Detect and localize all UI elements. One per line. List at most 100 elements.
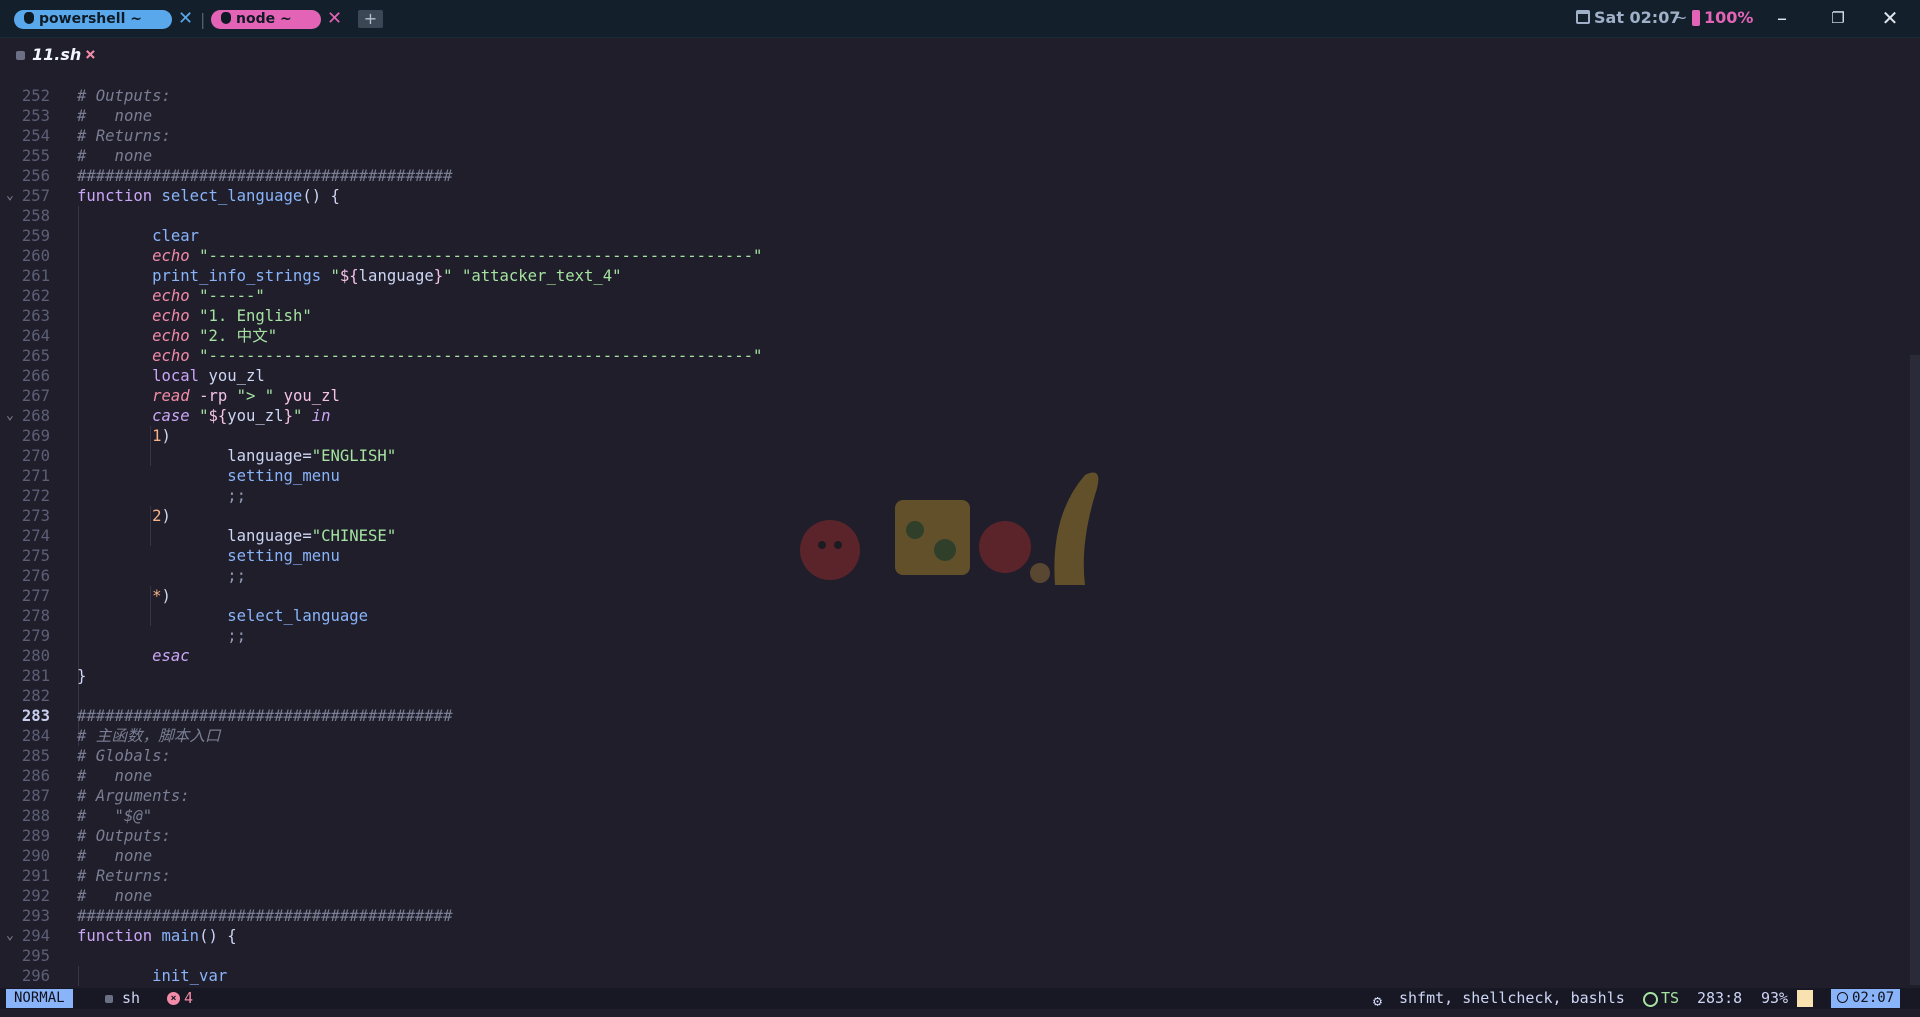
code-line[interactable]: 287 # Arguments: bbox=[0, 786, 1910, 806]
code-token: "-----" bbox=[199, 287, 265, 305]
code-token: ) bbox=[161, 427, 171, 445]
line-number: 276 bbox=[21, 567, 50, 585]
code-line[interactable]: 258 bbox=[0, 206, 1910, 226]
code-line[interactable]: 268 ⌄ case "${you_zl}" in bbox=[0, 406, 1910, 426]
code-token: setting_menu bbox=[227, 467, 340, 485]
code-line[interactable]: 256 #####################################… bbox=[0, 166, 1910, 186]
code-token: () { bbox=[199, 927, 237, 945]
code-line[interactable]: 292 # none bbox=[0, 886, 1910, 906]
clock-icon bbox=[1837, 992, 1848, 1003]
code-line[interactable]: 264 echo "2. 中文" bbox=[0, 326, 1910, 346]
code-line[interactable]: 284 # 主函数，脚本入口 bbox=[0, 726, 1910, 746]
code-line[interactable]: 262 echo "-----" bbox=[0, 286, 1910, 306]
code-line[interactable]: 260 echo "------------------------------… bbox=[0, 246, 1910, 266]
code-line[interactable]: 265 echo "------------------------------… bbox=[0, 346, 1910, 366]
code-line[interactable]: 282 bbox=[0, 686, 1910, 706]
code-line[interactable]: 286 # none bbox=[0, 766, 1910, 786]
fold-chevron-icon[interactable]: ⌄ bbox=[6, 186, 14, 206]
code-token: } bbox=[433, 267, 444, 285]
code-token: echo bbox=[152, 347, 190, 365]
line-number: 262 bbox=[21, 287, 50, 305]
fold-chevron-icon[interactable]: ⌄ bbox=[6, 406, 14, 426]
code-text: ######################################## bbox=[77, 906, 453, 926]
code-token: # Arguments: bbox=[77, 787, 190, 805]
code-line[interactable]: 281} bbox=[0, 666, 1910, 686]
code-token: # none bbox=[77, 887, 153, 905]
code-line[interactable]: 278 select_language bbox=[0, 606, 1910, 626]
code-text: ######################################## bbox=[77, 166, 453, 186]
code-text: # Outputs: bbox=[77, 86, 171, 106]
code-token: ${ bbox=[208, 407, 228, 425]
code-text: # none bbox=[77, 886, 152, 906]
line-number: 269 bbox=[21, 427, 50, 445]
code-line[interactable]: 267 read -rp "> " you_zl bbox=[0, 386, 1910, 406]
code-line[interactable]: 259 clear bbox=[0, 226, 1910, 246]
line-number: 286 bbox=[21, 767, 50, 785]
code-token: "CHINESE" bbox=[311, 527, 397, 545]
code-token: # Returns: bbox=[77, 867, 171, 885]
top-tilde: ~ bbox=[1674, 8, 1688, 27]
code-line[interactable]: 254 # Returns: bbox=[0, 126, 1910, 146]
minimize-button[interactable]: – bbox=[1762, 4, 1802, 32]
line-number: 278 bbox=[21, 607, 50, 625]
code-line[interactable]: 252 # Outputs: bbox=[0, 86, 1910, 106]
code-line[interactable]: 255 # none bbox=[0, 146, 1910, 166]
code-line[interactable]: 293 #####################################… bbox=[0, 906, 1910, 926]
line-number: 255 bbox=[21, 147, 50, 165]
code-line[interactable]: 269 1) bbox=[0, 426, 1910, 446]
new-tab-button[interactable]: + bbox=[358, 10, 383, 28]
code-text: echo "-----" bbox=[77, 286, 265, 306]
code-line[interactable]: 290 # none bbox=[0, 846, 1910, 866]
buffer-close-icon[interactable]: × bbox=[85, 44, 96, 65]
code-line[interactable]: 285 # Globals: bbox=[0, 746, 1910, 766]
code-line[interactable]: 294 ⌄ function main() { bbox=[0, 926, 1910, 946]
code-text: ######################################## bbox=[77, 706, 453, 726]
tab-powershell[interactable]: powershell ~ bbox=[14, 10, 172, 29]
code-token: "> " bbox=[236, 387, 275, 405]
code-text: echo "2. 中文" bbox=[77, 326, 277, 346]
code-text: } bbox=[77, 666, 86, 686]
code-line[interactable]: 289 # Outputs: bbox=[0, 826, 1910, 846]
buffer-tab-name[interactable]: 11.sh bbox=[32, 45, 81, 64]
code-line[interactable]: 280 esac bbox=[0, 646, 1910, 666]
title-bar: powershell ~ ✕ | node ~ ✕ + Sat 02:07 ~ … bbox=[0, 0, 1920, 38]
fold-chevron-icon[interactable]: ⌄ bbox=[6, 926, 14, 946]
code-line[interactable]: 253 # none bbox=[0, 106, 1910, 126]
code-line[interactable]: 291 # Returns: bbox=[0, 866, 1910, 886]
battery-icon bbox=[1692, 10, 1700, 26]
code-token: ) bbox=[161, 587, 171, 605]
code-line[interactable]: 288 # "$@" bbox=[0, 806, 1910, 826]
code-token: you_zl bbox=[283, 387, 340, 405]
code-line[interactable]: 296 init_var bbox=[0, 966, 1910, 986]
scrollbar[interactable] bbox=[1910, 355, 1920, 985]
code-text: language="CHINESE" bbox=[77, 526, 396, 546]
code-token: echo bbox=[152, 287, 190, 305]
code-line[interactable]: 279 ;; bbox=[0, 626, 1910, 646]
lsp-clients: shfmt, shellcheck, bashls bbox=[1399, 989, 1625, 1007]
error-count[interactable]: 4 bbox=[184, 988, 193, 1009]
statusline: NORMAL sh × 4 ⚙ shfmt, shellcheck, bashl… bbox=[0, 988, 1920, 1010]
code-token: you_zl bbox=[199, 367, 265, 385]
code-token: "---------------------------------------… bbox=[199, 247, 763, 265]
code-line[interactable]: 283 #####################################… bbox=[0, 706, 1910, 726]
close-window-button[interactable]: ✕ bbox=[1870, 4, 1910, 32]
maximize-button[interactable]: ❐ bbox=[1818, 4, 1858, 32]
close-tab-node-icon[interactable]: ✕ bbox=[327, 8, 342, 30]
code-token: # Returns: bbox=[77, 127, 171, 145]
line-number: 280 bbox=[21, 647, 50, 665]
tab-node[interactable]: node ~ bbox=[211, 10, 321, 29]
code-line[interactable]: 295 bbox=[0, 946, 1910, 966]
close-tab-powershell-icon[interactable]: ✕ bbox=[178, 8, 193, 30]
code-line[interactable]: 261 print_info_strings "${language}" "at… bbox=[0, 266, 1910, 286]
code-text: echo "----------------------------------… bbox=[77, 246, 762, 266]
line-number: 289 bbox=[21, 827, 50, 845]
code-line[interactable]: 263 echo "1. English" bbox=[0, 306, 1910, 326]
code-line[interactable]: 266 local you_zl bbox=[0, 366, 1910, 386]
code-line[interactable]: 257 ⌄ function select_language() { bbox=[0, 186, 1910, 206]
error-icon: × bbox=[167, 992, 180, 1005]
code-token: echo bbox=[152, 247, 190, 265]
